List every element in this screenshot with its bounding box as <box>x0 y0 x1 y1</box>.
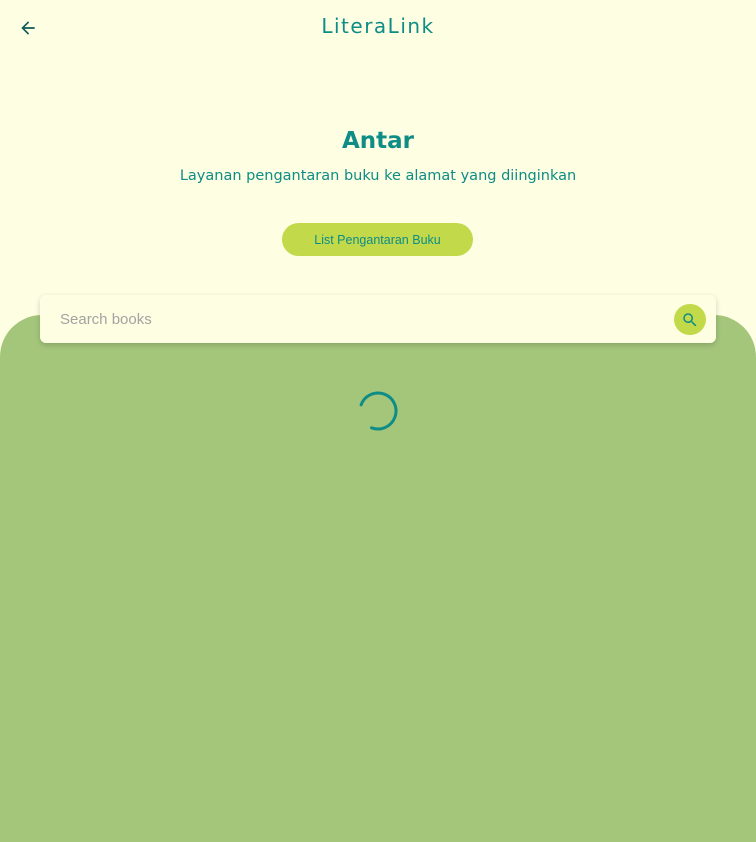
page: LiteraLink Antar Layanan pengantaran buk… <box>0 0 756 842</box>
list-delivery-button[interactable]: List Pengantaran Buku <box>282 223 473 256</box>
page-title: Antar <box>341 128 415 154</box>
search-input[interactable] <box>58 295 660 343</box>
page-subtitle: Layanan pengantaran buku ke alamat yang … <box>179 168 577 184</box>
loading-spinner-icon <box>358 391 398 431</box>
search-button[interactable] <box>674 304 706 335</box>
search-bar <box>40 295 716 343</box>
search-icon <box>683 312 697 326</box>
app-title: LiteraLink <box>321 14 435 38</box>
